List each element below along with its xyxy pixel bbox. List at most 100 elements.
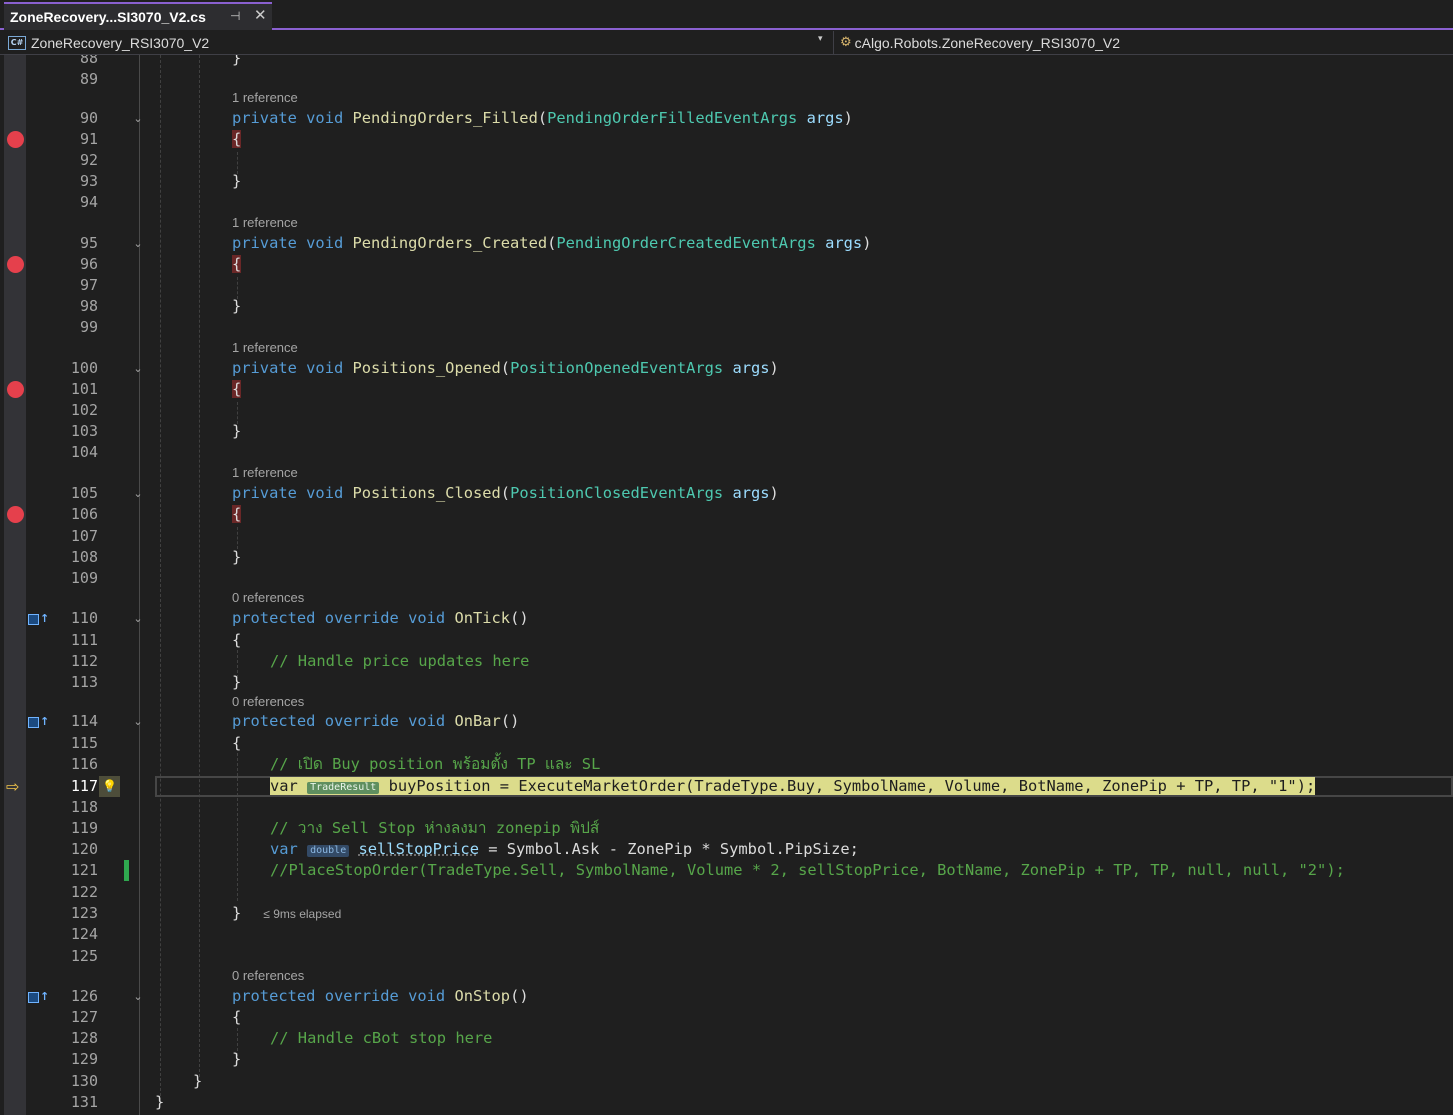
code-line: 112 // Handle price updates here [0, 651, 1453, 672]
chevron-down-icon[interactable]: ▾ [818, 34, 823, 44]
line-number: 117 [70, 777, 98, 795]
instruction-pointer-icon[interactable]: ⇨ [6, 778, 26, 795]
code-line: 88 } [0, 55, 1453, 69]
line-number: 120 [70, 840, 98, 858]
code-line: 91 { [0, 129, 1453, 150]
inlay-type-hint: TradeResult [307, 782, 380, 794]
project-dropdown[interactable]: C# ZoneRecovery_RSI3070_V2 [8, 32, 830, 53]
code-text: } [193, 1072, 203, 1090]
codelens-references[interactable]: 0 references [232, 590, 304, 606]
collapse-chevron-icon[interactable]: ⌄ [132, 711, 144, 732]
line-number: 112 [70, 652, 98, 670]
code-text: { [232, 380, 242, 398]
line-number: 98 [79, 297, 98, 315]
code-line: 121 //PlaceStopOrder(TradeType.Sell, Sym… [0, 860, 1453, 881]
code-text: } [232, 297, 242, 315]
code-comment: // Handle cBot stop here [270, 1029, 493, 1047]
lightbulb-icon[interactable]: 💡 [99, 776, 120, 797]
code-line: 92 [0, 150, 1453, 171]
current-statement-line: ⇨ 117 💡 var TradeResult buyPosition = Ex… [0, 776, 1453, 797]
class-name: cAlgo.Robots.ZoneRecovery_RSI3070_V2 [854, 34, 1121, 51]
line-number: 110 [70, 609, 98, 627]
code-text: var double sellStopPrice = Symbol.Ask - … [270, 840, 859, 858]
line-number: 119 [70, 819, 98, 837]
code-line: 101 { [0, 379, 1453, 400]
code-line: 96 { [0, 254, 1453, 275]
codelens-references[interactable]: 0 references [232, 968, 304, 984]
codelens-references[interactable]: 1 reference [232, 340, 298, 356]
code-line: 97 [0, 275, 1453, 296]
codelens-references[interactable]: 1 reference [232, 465, 298, 481]
line-number: 127 [70, 1008, 98, 1026]
code-text: private void PendingOrders_Created(Pendi… [232, 234, 872, 252]
document-tab[interactable]: ZoneRecovery...SI3070_V2.cs ⊣ ✕ [4, 2, 272, 30]
code-line: 93 } [0, 171, 1453, 192]
collapse-chevron-icon[interactable]: ⌄ [132, 483, 144, 504]
line-number: 109 [70, 569, 98, 587]
code-line: 113 } [0, 672, 1453, 693]
breakpoint-icon[interactable] [7, 381, 24, 398]
code-text: private void PendingOrders_Filled(Pendin… [232, 109, 853, 127]
code-text: private void Positions_Opened(PositionOp… [232, 359, 779, 377]
code-text: { [232, 734, 242, 752]
code-text: protected override void OnBar() [232, 712, 520, 730]
code-text: { [232, 1008, 242, 1026]
codelens-references[interactable]: 1 reference [232, 215, 298, 231]
line-number: 121 [70, 861, 98, 879]
line-number: 102 [70, 401, 98, 419]
code-text: protected override void OnStop() [232, 987, 529, 1005]
code-line: 94 [0, 192, 1453, 213]
pin-icon[interactable]: ⊣ [230, 9, 240, 23]
change-indicator [124, 860, 129, 881]
code-line: 108 } [0, 547, 1453, 568]
line-number: 107 [70, 527, 98, 545]
collapse-chevron-icon[interactable]: ⌄ [132, 608, 144, 629]
breakpoint-icon[interactable] [7, 506, 24, 523]
line-number: 101 [70, 380, 98, 398]
code-line: 120 var double sellStopPrice = Symbol.As… [0, 839, 1453, 860]
code-line: 100 ⌄ private void Positions_Opened(Posi… [0, 358, 1453, 379]
code-line: 109 [0, 568, 1453, 589]
line-number: 123 [70, 904, 98, 922]
code-editor[interactable]: 88 } 89 1 reference 90 ⌄ private void Pe… [0, 55, 1453, 1115]
code-line: 105 ⌄ private void Positions_Closed(Posi… [0, 483, 1453, 504]
code-line: 125 [0, 946, 1453, 967]
line-number: 114 [70, 712, 98, 730]
code-text: { [232, 631, 242, 649]
code-text: } ≤ 9ms elapsed [232, 904, 342, 922]
code-line: 106 { [0, 504, 1453, 525]
collapse-chevron-icon[interactable]: ⌄ [132, 233, 144, 254]
code-line: 122 [0, 882, 1453, 903]
code-line: 127 { [0, 1007, 1453, 1028]
code-line: 89 [0, 69, 1453, 90]
class-dropdown[interactable]: ⚙ cAlgo.Robots.ZoneRecovery_RSI3070_V2 [840, 32, 1120, 53]
line-number: 106 [70, 505, 98, 523]
perftip-elapsed[interactable]: ≤ 9ms elapsed [263, 907, 341, 921]
code-line: 90 ⌄ private void PendingOrders_Filled(P… [0, 108, 1453, 129]
collapse-chevron-icon[interactable]: ⌄ [132, 986, 144, 1007]
code-line: 115 { [0, 733, 1453, 754]
codelens-references[interactable]: 0 references [232, 694, 304, 710]
code-text: } [232, 673, 242, 691]
code-line: 99 [0, 317, 1453, 338]
collapse-chevron-icon[interactable]: ⌄ [132, 358, 144, 379]
code-line: 103 } [0, 421, 1453, 442]
close-icon[interactable]: ✕ [254, 6, 267, 24]
code-line: 119 // วาง Sell Stop ห่างลงมา zonepip พิ… [0, 818, 1453, 839]
line-number: 96 [79, 255, 98, 273]
codelens-references[interactable]: 1 reference [232, 90, 298, 106]
line-number: 125 [70, 947, 98, 965]
collapse-chevron-icon[interactable]: ⌄ [132, 108, 144, 129]
line-number: 95 [79, 234, 98, 252]
line-number: 129 [70, 1050, 98, 1068]
code-text: { [232, 505, 242, 523]
line-number: 105 [70, 484, 98, 502]
code-text: } [155, 1093, 165, 1111]
code-line: 129 } [0, 1049, 1453, 1070]
code-line: 124 [0, 924, 1453, 945]
line-number: 103 [70, 422, 98, 440]
breakpoint-icon[interactable] [7, 131, 24, 148]
breakpoint-icon[interactable] [7, 256, 24, 273]
project-name: ZoneRecovery_RSI3070_V2 [31, 34, 210, 51]
code-line: 98 } [0, 296, 1453, 317]
